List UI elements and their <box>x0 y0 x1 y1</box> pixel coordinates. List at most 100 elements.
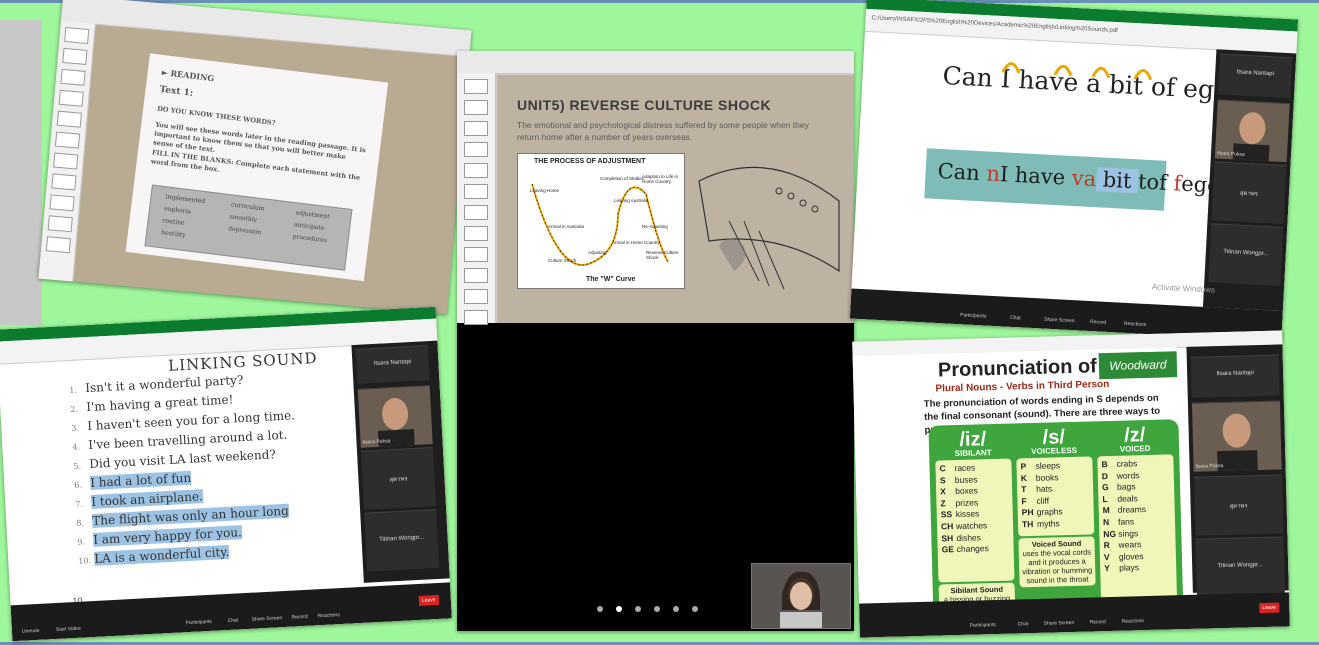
slide-thumbnail[interactable] <box>464 205 488 220</box>
carousel-dot[interactable] <box>654 606 660 612</box>
share-screen-button[interactable]: Share Screen <box>252 615 283 623</box>
participant-tile[interactable]: สุดาพร <box>1193 474 1284 536</box>
ending: CH <box>940 521 954 532</box>
example: prizes <box>955 497 979 508</box>
slide-thumbnail[interactable] <box>464 289 488 304</box>
slide-thumbnail[interactable] <box>464 247 488 262</box>
slide-thumbnail[interactable] <box>464 142 488 157</box>
participant-name: Titinan Wongpr... <box>1223 248 1269 258</box>
participant-name: Titinan Wongpr... <box>378 534 425 543</box>
linked-part: tof <box>1137 169 1175 196</box>
example: crabs <box>1116 458 1138 469</box>
word: hostility <box>160 229 186 240</box>
participant-tile[interactable]: Titinan Wongpr... <box>364 508 440 572</box>
reactions-button[interactable]: Reactions <box>1122 618 1144 625</box>
chat-button[interactable]: Chat <box>228 617 239 624</box>
ending: G <box>1101 482 1109 493</box>
slide-thumbnail[interactable] <box>51 173 77 191</box>
slide-thumbnail[interactable] <box>53 152 79 170</box>
participant-tile[interactable]: สุดาพร <box>1211 161 1287 225</box>
slide-thumbnail[interactable] <box>64 26 90 45</box>
item-number: 2. <box>70 404 79 414</box>
slide-thumbnail[interactable] <box>49 194 75 212</box>
slide-thumbnail[interactable] <box>58 89 84 107</box>
ending: L <box>1102 493 1108 504</box>
participants-button[interactable]: Participants <box>970 622 996 629</box>
share-screen-button[interactable]: Share Screen <box>1044 317 1075 325</box>
slide-thumbnail[interactable] <box>464 79 488 94</box>
diagram-label: Re-Adjusting <box>642 224 668 229</box>
column-symbol: /iz/ <box>959 428 987 451</box>
reactions-button[interactable]: Reactions <box>1124 321 1147 328</box>
participant-tile[interactable]: สุดาพร <box>360 447 436 510</box>
ending: T <box>1020 484 1027 495</box>
participant-tile[interactable]: Itsara Nantapi <box>1218 53 1293 99</box>
example: buses <box>954 474 978 485</box>
presentation-toolbar <box>457 51 854 74</box>
participant-tile[interactable]: Itsara Nantapi <box>355 345 430 384</box>
item-number: 8. <box>76 518 85 528</box>
slide-thumbnail[interactable] <box>62 47 88 65</box>
diagram-label: Culture Shock <box>548 258 577 263</box>
slide-thumbnail[interactable] <box>45 236 71 254</box>
start-video-button[interactable]: Start Video <box>56 626 81 633</box>
carousel-dot[interactable] <box>692 606 698 612</box>
slide-thumbnail[interactable] <box>56 110 82 128</box>
linked-sentence-box: Can nI have va bit tof fegg? <box>924 148 1232 211</box>
slide-thumbnail[interactable] <box>464 121 488 136</box>
item-number: 3. <box>71 423 80 433</box>
participant-name: Itsara Nantapi <box>1216 370 1254 378</box>
share-screen-button[interactable]: Share Screen <box>1044 620 1075 627</box>
unmute-button[interactable]: Unmute <box>22 628 40 635</box>
slide-thumbnail[interactable] <box>464 100 488 115</box>
screenshot-linking-example: C:/Users/INSAFX/2F5%20English%20Devices/… <box>849 0 1299 342</box>
participants-button[interactable]: Participants <box>186 619 212 626</box>
left-gray-strip <box>0 20 42 325</box>
slide-thumbnail[interactable] <box>54 131 81 149</box>
example: words <box>1116 469 1140 481</box>
slide-thumbnail[interactable] <box>60 68 86 86</box>
record-button[interactable]: Record <box>1090 319 1106 326</box>
linked-part: bit <box>1095 167 1139 194</box>
word-list: Craces Sbuses Xboxes Zprizes SS kisses CH… <box>935 458 1015 583</box>
participant-video[interactable]: Itsara Puksa <box>1214 99 1290 163</box>
slide-thumbnail[interactable] <box>464 163 488 178</box>
word: euphoria <box>163 205 192 216</box>
participant-tile[interactable]: Titinan Wongpr... <box>1195 536 1285 598</box>
carousel-dot[interactable] <box>597 606 603 612</box>
slide-thumbnail[interactable] <box>464 310 488 325</box>
participant-tile[interactable]: Itsara Nantapi <box>1190 354 1280 398</box>
participant-video[interactable]: Itsara Puksa <box>1191 400 1282 472</box>
leave-button[interactable]: Leave <box>418 594 439 606</box>
carousel-dot[interactable] <box>635 606 641 612</box>
example: cliff <box>1036 495 1050 506</box>
leave-button[interactable]: Leave <box>1259 602 1280 614</box>
carousel-dot-active[interactable] <box>616 606 622 612</box>
record-button[interactable]: Record <box>1090 619 1106 625</box>
column-z: /z/ VOICED Bcrabs Dwords Gbags Ldeals Md… <box>1096 423 1178 613</box>
item-number: 1. <box>69 385 78 395</box>
slide-thumbnail[interactable] <box>464 184 488 199</box>
pronunciation-panel: /iz/ SIBILANT Craces Sbuses Xboxes Zpriz… <box>928 419 1184 616</box>
example: hats <box>1035 483 1053 495</box>
carousel-dot[interactable] <box>673 606 679 612</box>
chat-button[interactable]: Chat <box>1010 315 1021 322</box>
diagram-label: Adjusting <box>588 250 607 255</box>
teacher-video-thumbnail <box>751 563 851 629</box>
activate-windows-watermark: Activate Windows <box>1151 282 1216 295</box>
woodward-logo: Woodward <box>1098 351 1178 380</box>
participant-figure <box>1217 413 1258 472</box>
reactions-button[interactable]: Reactions <box>317 612 340 619</box>
participants-button[interactable]: Participants <box>960 312 986 319</box>
slide-thumbnail[interactable] <box>464 226 488 241</box>
slide-thumbnail[interactable] <box>464 268 488 283</box>
item-number: 4. <box>72 442 81 452</box>
example: kisses <box>955 508 980 520</box>
ending: X <box>940 486 946 497</box>
participant-name: Titinan Wongpr... <box>1217 562 1263 570</box>
slide-thumbnail[interactable] <box>47 215 73 233</box>
participant-tile[interactable]: Titinan Wongpr... <box>1208 223 1284 286</box>
record-button[interactable]: Record <box>291 614 307 621</box>
chat-button[interactable]: Chat <box>1018 621 1029 627</box>
participant-video[interactable]: Itsara Puksa <box>357 385 433 448</box>
